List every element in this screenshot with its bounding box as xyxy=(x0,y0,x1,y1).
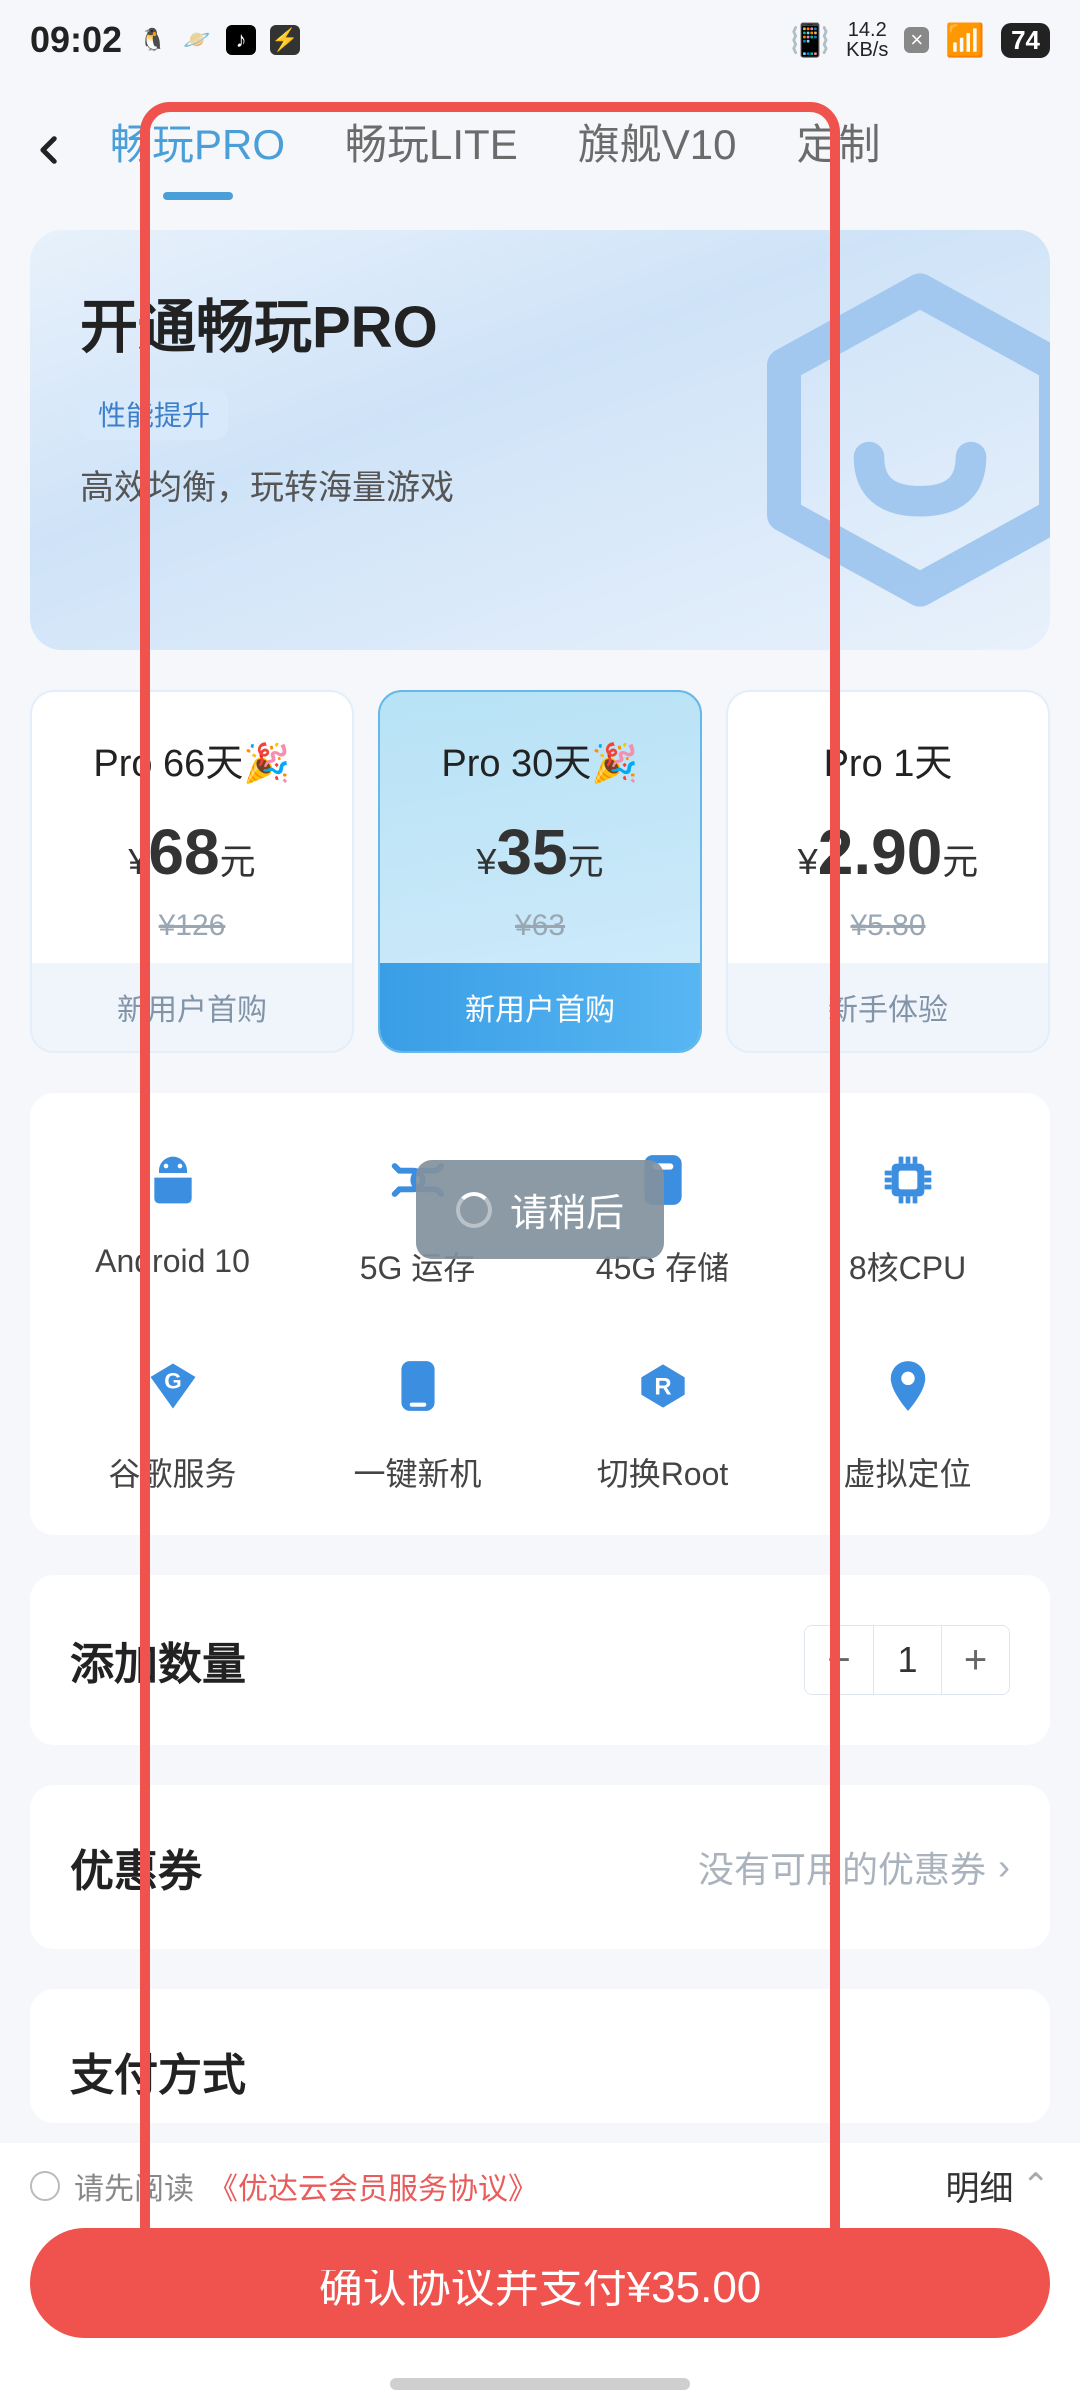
top-nav: 畅玩PRO 畅玩LITE 旗舰V10 定制 xyxy=(0,80,1080,220)
hero-banner: 开通畅玩PRO 性能提升 高效均衡，玩转海量游戏 xyxy=(30,230,1050,650)
loading-toast: 请稍后 xyxy=(416,1160,664,1259)
tiktok-icon: ♪ xyxy=(226,25,256,55)
plan-list: Pro 66天🎉 ¥68元 ¥126 新用户首购 Pro 30天🎉 ¥35元 ¥… xyxy=(0,650,1080,1053)
plan-name: Pro 1天 xyxy=(728,732,1048,787)
coupon-title: 优惠券 xyxy=(70,1835,202,1899)
feature-label: 一键新机 xyxy=(353,1449,481,1495)
detail-toggle[interactable]: 明细 ⌃ xyxy=(946,2161,1051,2210)
tab-v10[interactable]: 旗舰V10 xyxy=(578,111,737,190)
quantity-stepper: − 1 + xyxy=(804,1625,1010,1695)
coupon-section[interactable]: 优惠券 没有可用的优惠券 › xyxy=(30,1785,1050,1949)
plan-footer: 新用户首购 xyxy=(380,963,700,1051)
feature-label: 8核CPU xyxy=(849,1243,966,1289)
vibrate-icon: 📳 xyxy=(790,21,830,59)
qty-plus-button[interactable]: + xyxy=(941,1626,1009,1694)
plan-footer: 新手体验 xyxy=(728,963,1048,1051)
feature-label: Android 10 xyxy=(95,1243,250,1280)
tab-bar: 畅玩PRO 畅玩LITE 旗舰V10 定制 xyxy=(110,111,1060,190)
phone-icon xyxy=(381,1349,455,1423)
chevron-up-icon: ⌃ xyxy=(1022,2166,1051,2206)
bolt-icon: ⚡ xyxy=(270,25,300,55)
android-icon xyxy=(136,1143,210,1217)
battery-badge: 74 xyxy=(1001,23,1050,58)
hero-pill: 性能提升 xyxy=(80,388,228,440)
qq-icon: 🐧 xyxy=(138,25,168,55)
plan-price: ¥35元 xyxy=(380,815,700,889)
hex-logo-icon xyxy=(750,270,1050,610)
orbit-icon: 🪐 xyxy=(182,25,212,55)
location-icon xyxy=(871,1349,945,1423)
root-icon: R xyxy=(626,1349,700,1423)
net-speed: 14.2 KB/s xyxy=(846,20,888,60)
plan-original: ¥63 xyxy=(380,909,700,943)
status-bar: 09:02 🐧 🪐 ♪ ⚡ 📳 14.2 KB/s × 📶 74 xyxy=(0,0,1080,80)
feature-google: G 谷歌服务 xyxy=(50,1349,295,1495)
feature-label: 谷歌服务 xyxy=(108,1449,236,1495)
quantity-section: 添加数量 − 1 + xyxy=(30,1575,1050,1745)
plan-price: ¥2.90元 xyxy=(728,815,1048,889)
feature-android: Android 10 xyxy=(50,1143,295,1289)
toast-text: 请稍后 xyxy=(510,1182,624,1237)
feature-root: R 切换Root xyxy=(540,1349,785,1495)
tab-custom[interactable]: 定制 xyxy=(796,111,880,190)
feature-newphone: 一键新机 xyxy=(295,1349,540,1495)
feature-cpu: 8核CPU xyxy=(785,1143,1030,1289)
payment-title: 支付方式 xyxy=(70,2039,246,2103)
clock: 09:02 xyxy=(30,19,122,61)
tab-pro[interactable]: 畅玩PRO xyxy=(110,111,285,190)
plan-card-1[interactable]: Pro 1天 ¥2.90元 ¥5.80 新手体验 xyxy=(726,690,1050,1053)
agreement-checkbox[interactable] xyxy=(30,2171,60,2201)
plan-card-66[interactable]: Pro 66天🎉 ¥68元 ¥126 新用户首购 xyxy=(30,690,354,1053)
plan-original: ¥5.80 xyxy=(728,909,1048,943)
feature-location: 虚拟定位 xyxy=(785,1349,1030,1495)
agreement-row: 请先阅读 《优达云会员服务协议》 明细 ⌃ xyxy=(30,2161,1050,2210)
quantity-title: 添加数量 xyxy=(70,1628,246,1692)
wifi-icon: 📶 xyxy=(945,21,985,59)
tab-lite[interactable]: 畅玩LITE xyxy=(345,111,518,190)
svg-text:R: R xyxy=(654,1374,671,1401)
pay-button[interactable]: 确认协议并支付¥35.00 xyxy=(30,2228,1050,2338)
plan-footer: 新用户首购 xyxy=(32,963,352,1051)
coupon-value: 没有可用的优惠券 xyxy=(698,1841,986,1893)
payment-section[interactable]: 支付方式 xyxy=(30,1989,1050,2123)
bottom-bar: 请先阅读 《优达云会员服务协议》 明细 ⌃ 确认协议并支付¥35.00 xyxy=(0,2143,1080,2408)
plan-price: ¥68元 xyxy=(32,815,352,889)
plan-original: ¥126 xyxy=(32,909,352,943)
svg-text:G: G xyxy=(164,1368,182,1393)
qty-minus-button[interactable]: − xyxy=(805,1626,873,1694)
cpu-icon xyxy=(871,1143,945,1217)
feature-label: 切换Root xyxy=(597,1449,729,1495)
qty-value: 1 xyxy=(873,1626,941,1694)
home-indicator xyxy=(390,2378,690,2390)
spinner-icon xyxy=(456,1192,492,1228)
chevron-right-icon: › xyxy=(998,1846,1010,1888)
google-icon: G xyxy=(136,1349,210,1423)
plan-card-30[interactable]: Pro 30天🎉 ¥35元 ¥63 新用户首购 xyxy=(378,690,702,1053)
feature-label: 虚拟定位 xyxy=(843,1449,971,1495)
back-button[interactable] xyxy=(20,120,80,180)
agreement-link[interactable]: 《优达云会员服务协议》 xyxy=(208,2164,538,2208)
agreement-prefix: 请先阅读 xyxy=(74,2164,194,2208)
plan-name: Pro 66天🎉 xyxy=(32,732,352,787)
plan-name: Pro 30天🎉 xyxy=(380,732,700,787)
close-badge-icon: × xyxy=(904,27,929,53)
